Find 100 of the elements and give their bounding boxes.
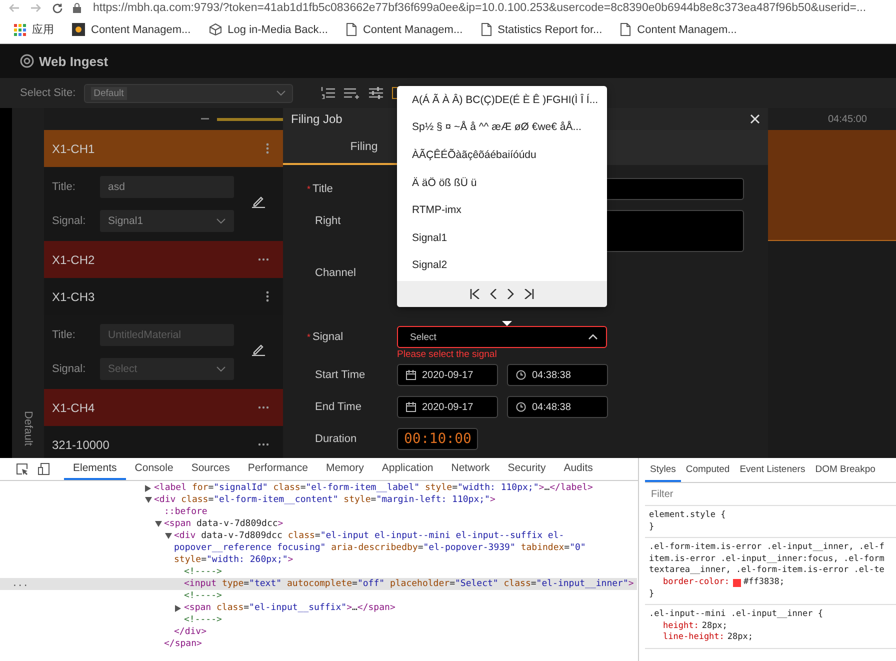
signal-option[interactable]: A(Á Ã À Â) BC(Ç)DE(É È Ê )FGHI(Ì Î Í... xyxy=(397,86,607,114)
channel-name: 321-10000 xyxy=(52,438,110,452)
signal-option[interactable]: Ä äÖ öß ßÜ ü xyxy=(397,168,607,196)
field-label: Title: xyxy=(52,181,76,193)
css-property: height: xyxy=(663,620,699,632)
field-label: End Time xyxy=(315,401,362,413)
channel-header[interactable]: X1-CH3 xyxy=(44,278,283,315)
group-label: Default xyxy=(22,411,34,446)
bookmark[interactable]: 应用 xyxy=(32,22,54,37)
chevron-down-icon xyxy=(216,366,226,372)
devtools-tab[interactable]: Memory xyxy=(316,458,373,480)
channel-name: X1-CH4 xyxy=(52,400,95,414)
field-label: Title: xyxy=(52,329,76,341)
css-brace: } xyxy=(649,588,656,600)
dom-line[interactable]: </div> xyxy=(174,626,635,638)
devtools-tab[interactable]: Sources xyxy=(182,458,239,480)
css-value: 28px; xyxy=(727,632,754,644)
close-icon xyxy=(750,114,760,124)
dom-line[interactable]: <!----> xyxy=(184,590,635,602)
site-logo-icon xyxy=(72,23,85,36)
apps-grid-icon xyxy=(14,24,26,36)
gutter-mark: ... xyxy=(12,578,28,590)
forward-arrow-icon xyxy=(30,3,42,13)
horizontal-dots-icon xyxy=(258,258,269,261)
css-value: #ff3838; xyxy=(744,576,784,589)
date-picker[interactable]: 2020-09-17 xyxy=(397,396,498,418)
field-label: Start Time xyxy=(315,369,366,381)
chevron-down-icon xyxy=(216,218,226,224)
channel-header[interactable]: X1-CH2 xyxy=(44,241,283,278)
reload-icon xyxy=(52,2,63,14)
dom-line[interactable]: <div class="el-form-item__content" style="margin-left: 110px;"> xyxy=(154,494,635,506)
styles-tab[interactable]: Computed xyxy=(680,458,735,482)
field-label: Right xyxy=(315,215,341,227)
field-label: Channel xyxy=(315,267,356,279)
dom-line[interactable]: ::before xyxy=(164,506,635,518)
devtools-tab[interactable]: Performance xyxy=(238,458,317,480)
chevron-down-icon xyxy=(276,90,286,96)
dom-line[interactable]: </span> xyxy=(164,638,635,650)
scrubber-bar[interactable] xyxy=(217,118,283,120)
devtools-tab[interactable]: Security xyxy=(498,458,555,480)
calendar-icon xyxy=(406,402,416,412)
css-brace: } xyxy=(649,522,656,534)
bookmark[interactable]: Content Managem... xyxy=(362,24,463,36)
clock-icon xyxy=(516,370,526,380)
minimize-icon xyxy=(201,118,209,120)
last-page-icon xyxy=(524,289,534,300)
devtools-tab[interactable]: Application xyxy=(372,458,442,480)
devtools-tab[interactable]: Console xyxy=(126,458,182,480)
next-page-icon xyxy=(507,289,514,300)
dialog-title: Filing Job xyxy=(291,112,342,126)
date-picker[interactable]: 2020-09-17 xyxy=(397,364,498,386)
dom-line[interactable]: <span class="el-input__suffix">…</span> xyxy=(184,602,635,614)
timeline-clip[interactable] xyxy=(768,130,896,241)
numbered-list-icon xyxy=(320,87,335,99)
time-picker[interactable]: 04:38:38 xyxy=(507,364,608,386)
signal-select[interactable]: Select xyxy=(397,326,607,348)
title-field[interactable]: asd xyxy=(100,176,234,198)
devtools-tab[interactable]: Audits xyxy=(554,458,602,480)
dom-line[interactable]: <span data-v-7d809dcc> xyxy=(164,518,635,530)
bookmark[interactable]: Content Managem... xyxy=(91,24,191,36)
address-bar[interactable]: https://mbh.qa.com:9793/?token=41ab1d1fb5c083662e77bf36f699a0ee&ip=10.0.100.253&usercode=8c8390e0b6944b8e8c373ea487f96b50&userid=... xyxy=(93,2,866,14)
calendar-icon xyxy=(406,370,416,380)
list-add-icon xyxy=(344,87,360,99)
channel-name: X1-CH1 xyxy=(52,142,95,156)
bookmark[interactable]: Statistics Report for... xyxy=(498,24,602,36)
dom-line[interactable]: <div data-v-7d809dcc class="el-input el-input--mini el-input--suffix el-popover__reference focusing" aria-describedby="el-popover-3939" tabindex="0" style="width: 260px;"> xyxy=(174,530,635,566)
signal-option[interactable]: Signal2 xyxy=(397,252,607,280)
clock-icon xyxy=(516,402,526,412)
time-picker[interactable]: 04:48:38 xyxy=(507,396,608,418)
dom-line[interactable]: <!----> xyxy=(184,566,635,578)
color-swatch[interactable] xyxy=(732,578,741,587)
styles-tab[interactable]: Event Listeners xyxy=(734,458,810,482)
signal-option[interactable]: Signal1 xyxy=(397,224,607,252)
vertical-dots-icon xyxy=(266,291,269,302)
field-label: Signal: xyxy=(52,215,87,227)
channel-name: X1-CH2 xyxy=(52,252,95,266)
signal-dropdown[interactable]: Signal1 xyxy=(100,210,234,232)
duration-display: 00:10:00 xyxy=(397,428,478,450)
page-icon xyxy=(620,23,632,36)
dom-line[interactable]: <!----> xyxy=(184,614,635,626)
dom-line[interactable]: <label for="signalId" class="el-form-item__label" style="width: 110px;">…</label> xyxy=(154,482,635,494)
edit-pencil-icon xyxy=(252,195,265,208)
app-name: Web Ingest xyxy=(39,54,108,68)
css-property: line-height: xyxy=(663,632,724,644)
css-selector: .el-input--mini .el-input__inner { xyxy=(649,609,824,621)
signal-option[interactable]: RTMP-imx xyxy=(397,196,607,224)
channel-header[interactable]: X1-CH4 xyxy=(44,389,283,426)
devtools-tab[interactable]: Elements xyxy=(64,458,126,480)
channel-header[interactable]: X1-CH1 xyxy=(44,130,283,167)
bookmark[interactable]: Log in-Media Back... xyxy=(228,24,328,36)
styles-tab[interactable]: DOM Breakpo xyxy=(810,458,880,482)
dom-line[interactable]: <input type="text" autocomplete="off" placeholder="Select" class="el-input__inner"> xyxy=(184,578,635,590)
first-page-icon xyxy=(470,289,480,300)
channel-header[interactable]: 321-10000 xyxy=(44,426,283,458)
bookmark[interactable]: Content Managem... xyxy=(637,24,737,36)
field-label: Signal xyxy=(312,331,344,343)
devtools-tab[interactable]: Network xyxy=(442,458,499,480)
vertical-dots-icon xyxy=(266,143,269,154)
css-selector: textarea__inner, .el-form-item.is-error .el-te xyxy=(649,565,886,577)
page-icon xyxy=(346,23,357,36)
